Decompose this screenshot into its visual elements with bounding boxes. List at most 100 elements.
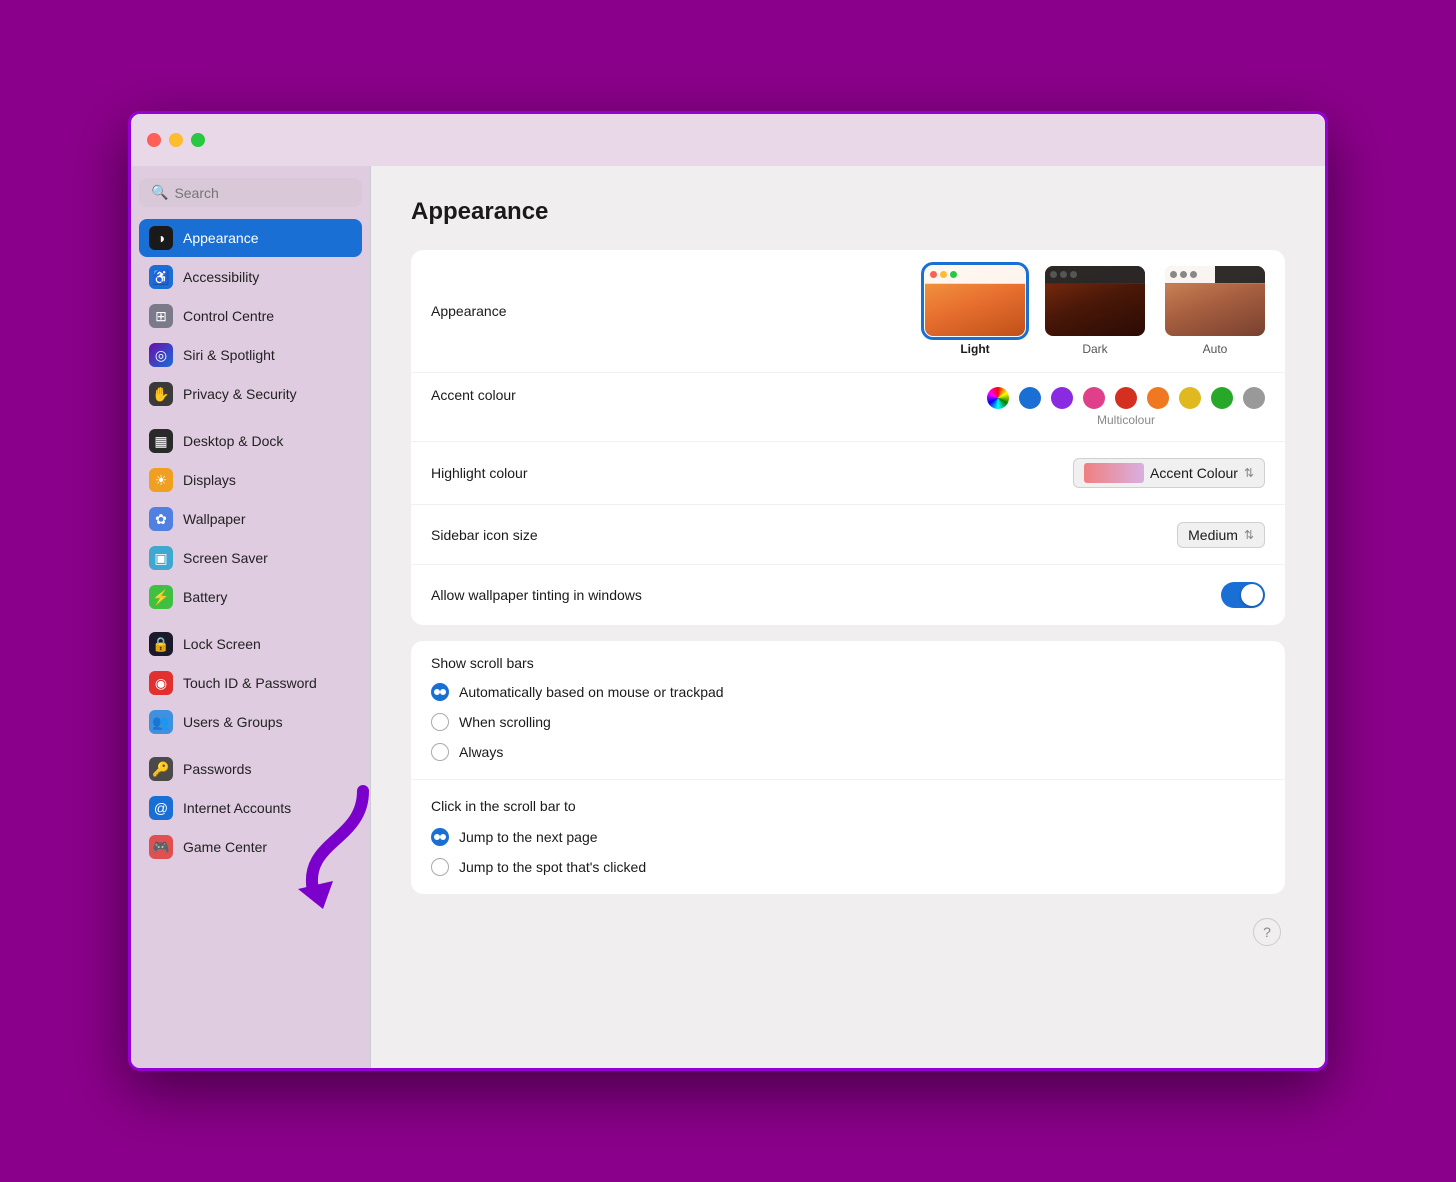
sidebar-item-label: Appearance [183, 230, 259, 246]
click-spot-option[interactable]: Jump to the spot that's clicked [431, 852, 1265, 882]
scroll-auto-label: Automatically based on mouse or trackpad [459, 684, 724, 700]
accent-yellow[interactable] [1179, 387, 1201, 409]
accent-colour-row: Accent colour [411, 373, 1285, 442]
scroll-always-option[interactable]: Always [431, 737, 1265, 767]
dark-thumbnail[interactable] [1045, 266, 1145, 336]
appearance-mode-label: Appearance [431, 303, 507, 319]
sidebar-item-appearance[interactable]: ◑ Appearance [139, 219, 362, 257]
close-button[interactable] [147, 133, 161, 147]
sidebar-icon-size-row: Sidebar icon size Medium ⇅ [411, 505, 1285, 565]
sidebar-item-label: Battery [183, 589, 227, 605]
auto-label: Auto [1203, 342, 1228, 356]
click-spot-label: Jump to the spot that's clicked [459, 859, 646, 875]
accent-green[interactable] [1211, 387, 1233, 409]
scroll-auto-radio[interactable] [431, 683, 449, 701]
minimize-button[interactable] [169, 133, 183, 147]
screensaver-icon: ▣ [149, 546, 173, 570]
sidebar-item-label: Game Center [183, 839, 267, 855]
sidebar-item-internet-accounts[interactable]: @ Internet Accounts [139, 789, 362, 827]
accent-graphite[interactable] [1243, 387, 1265, 409]
accent-pink[interactable] [1083, 387, 1105, 409]
highlight-colour-row: Highlight colour Accent Colour ⇅ [411, 442, 1285, 505]
appearance-light-option[interactable]: Light [925, 266, 1025, 356]
passwords-icon: 🔑 [149, 757, 173, 781]
sidebar-item-label: Siri & Spotlight [183, 347, 275, 363]
accent-purple[interactable] [1051, 387, 1073, 409]
displays-icon: ☀ [149, 468, 173, 492]
search-input[interactable] [174, 185, 350, 201]
click-next-page-option[interactable]: Jump to the next page [431, 822, 1265, 852]
scroll-always-radio[interactable] [431, 743, 449, 761]
sidebar-item-label: Users & Groups [183, 714, 283, 730]
help-button[interactable]: ? [1253, 918, 1281, 946]
search-icon: 🔍 [151, 184, 168, 201]
sidebar-item-control-centre[interactable]: ⊞ Control Centre [139, 297, 362, 335]
sidebar-item-desktop-dock[interactable]: ▦ Desktop & Dock [139, 422, 362, 460]
light-thumbnail[interactable] [925, 266, 1025, 336]
click-spot-radio[interactable] [431, 858, 449, 876]
sidebar-item-battery[interactable]: ⚡ Battery [139, 578, 362, 616]
sidebar-item-touch-id[interactable]: ◉ Touch ID & Password [139, 664, 362, 702]
scroll-scrolling-option[interactable]: When scrolling [431, 707, 1265, 737]
sidebar-item-wallpaper[interactable]: ✿ Wallpaper [139, 500, 362, 538]
control-centre-icon: ⊞ [149, 304, 173, 328]
highlight-colour-dropdown[interactable]: Accent Colour ⇅ [1073, 458, 1265, 488]
main-content: Appearance Appearance [371, 166, 1325, 1068]
titlebar [131, 114, 1325, 166]
dark-label: Dark [1082, 342, 1107, 356]
users-icon: 👥 [149, 710, 173, 734]
appearance-mode-options: Light [925, 266, 1265, 356]
sidebar-item-label: Wallpaper [183, 511, 246, 527]
sidebar-item-accessibility[interactable]: ♿ Accessibility [139, 258, 362, 296]
sidebar-item-lock-screen[interactable]: 🔒 Lock Screen [139, 625, 362, 663]
scroll-auto-option[interactable]: Automatically based on mouse or trackpad [431, 677, 1265, 707]
appearance-icon: ◑ [149, 226, 173, 250]
auto-thumbnail[interactable] [1165, 266, 1265, 336]
sidebar-item-passwords[interactable]: 🔑 Passwords [139, 750, 362, 788]
touchid-icon: ◉ [149, 671, 173, 695]
scroll-always-label: Always [459, 744, 503, 760]
sidebar: 🔍 ◑ Appearance ♿ Accessibility ⊞ Control… [131, 166, 371, 1068]
sidebar-icon-size-dropdown[interactable]: Medium ⇅ [1177, 522, 1265, 548]
sidebar-item-siri-spotlight[interactable]: ◎ Siri & Spotlight [139, 336, 362, 374]
sidebar-item-label: Desktop & Dock [183, 433, 283, 449]
sidebar-item-label: Lock Screen [183, 636, 261, 652]
accent-colour-label: Accent colour [431, 387, 516, 403]
highlight-colour-value: Accent Colour [1150, 465, 1238, 481]
highlight-colour-label: Highlight colour [431, 465, 528, 481]
show-scroll-bars-title: Show scroll bars [431, 655, 534, 671]
accent-red[interactable] [1115, 387, 1137, 409]
sidebar-item-game-center[interactable]: 🎮 Game Center [139, 828, 362, 866]
scroll-bar-click-title: Click in the scroll bar to [431, 784, 1265, 818]
scroll-bars-section-card: Show scroll bars Automatically based on … [411, 641, 1285, 894]
wallpaper-tinting-toggle[interactable] [1221, 582, 1265, 608]
appearance-section-card: Appearance [411, 250, 1285, 625]
accent-orange[interactable] [1147, 387, 1169, 409]
lockscreen-icon: 🔒 [149, 632, 173, 656]
light-label: Light [960, 342, 989, 356]
sidebar-item-users-groups[interactable]: 👥 Users & Groups [139, 703, 362, 741]
sidebar-item-displays[interactable]: ☀ Displays [139, 461, 362, 499]
settings-window: 🔍 ◑ Appearance ♿ Accessibility ⊞ Control… [128, 111, 1328, 1071]
sidebar-item-label: Screen Saver [183, 550, 268, 566]
sidebar-item-label: Accessibility [183, 269, 259, 285]
sidebar-item-screen-saver[interactable]: ▣ Screen Saver [139, 539, 362, 577]
accent-blue[interactable] [1019, 387, 1041, 409]
scroll-scrolling-radio[interactable] [431, 713, 449, 731]
appearance-dark-option[interactable]: Dark [1045, 266, 1145, 356]
accent-multicolor[interactable] [987, 387, 1009, 409]
chevron-updown-icon-2: ⇅ [1244, 528, 1254, 542]
chevron-updown-icon: ⇅ [1244, 466, 1254, 480]
click-next-page-label: Jump to the next page [459, 829, 598, 845]
sidebar-item-privacy-security[interactable]: ✋ Privacy & Security [139, 375, 362, 413]
sidebar-icon-size-value: Medium [1188, 527, 1238, 543]
click-next-page-radio[interactable] [431, 828, 449, 846]
appearance-auto-option[interactable]: Auto [1165, 266, 1265, 356]
sidebar-icon-size-label: Sidebar icon size [431, 527, 538, 543]
highlight-preview [1084, 463, 1144, 483]
maximize-button[interactable] [191, 133, 205, 147]
privacy-icon: ✋ [149, 382, 173, 406]
wallpaper-icon: ✿ [149, 507, 173, 531]
accent-colour-options [987, 387, 1265, 409]
search-bar[interactable]: 🔍 [139, 178, 362, 207]
